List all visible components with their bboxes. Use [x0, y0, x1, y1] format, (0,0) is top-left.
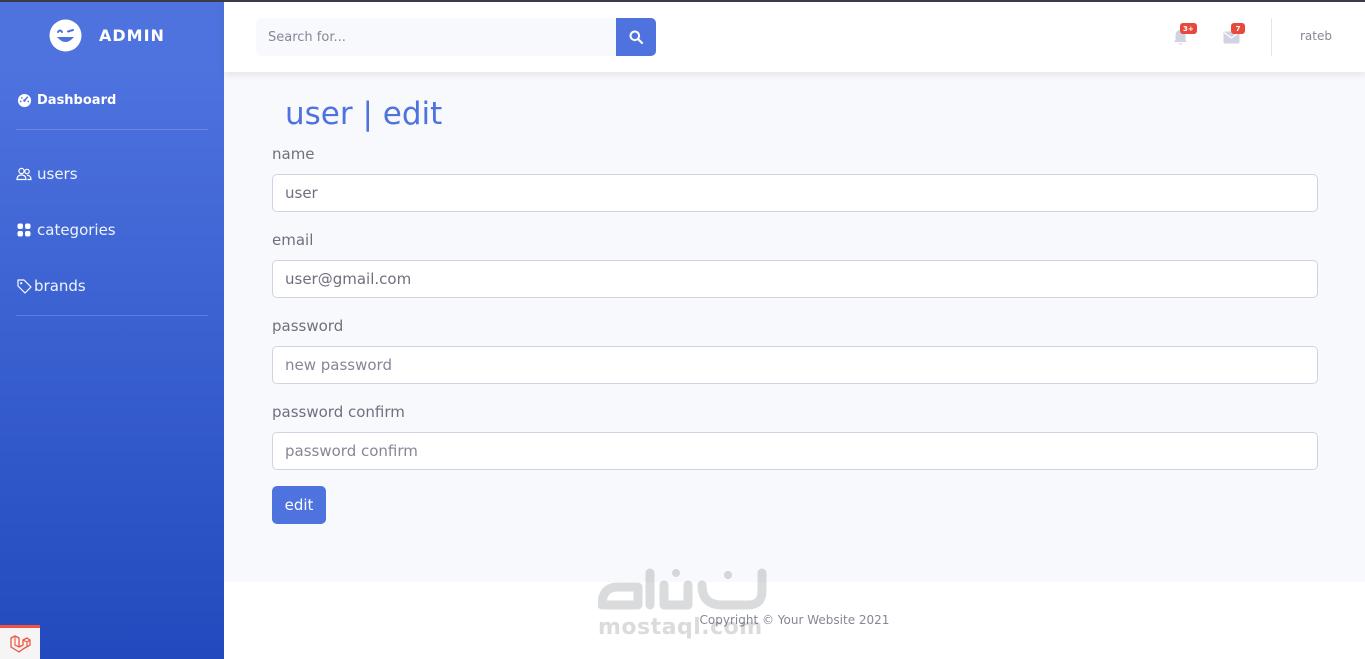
sidebar-item-label: users — [37, 165, 78, 183]
laravel-icon — [10, 634, 31, 653]
brand-title: ADMIN — [99, 26, 165, 45]
user-menu[interactable]: rateb — [1300, 29, 1332, 43]
sidebar-item-brands[interactable]: brands — [16, 277, 86, 295]
debugbar-toggle[interactable] — [0, 625, 40, 659]
alerts-badge: 3+ — [1180, 23, 1197, 34]
password-label: password — [272, 317, 344, 335]
password-confirm-field[interactable] — [272, 432, 1318, 470]
name-label: name — [272, 145, 315, 163]
password-confirm-label: password confirm — [272, 403, 405, 421]
alerts-dropdown[interactable]: 3+ — [1169, 23, 1197, 48]
email-field[interactable] — [272, 260, 1318, 298]
search-button[interactable] — [616, 18, 656, 56]
sidebar-item-label: brands — [34, 277, 86, 295]
footer: Copyright © Your Website 2021 — [224, 582, 1365, 659]
search-input[interactable] — [256, 18, 616, 56]
laugh-wink-icon — [49, 19, 82, 52]
grid-icon — [16, 222, 32, 238]
users-icon — [16, 166, 32, 182]
page-title: user | edit — [285, 96, 443, 132]
tachometer-icon — [16, 92, 32, 108]
sidebar-item-label: categories — [37, 221, 116, 239]
topbar-divider — [1271, 18, 1272, 56]
sidebar: ADMIN Dashboard users categories brands — [0, 0, 224, 659]
password-field[interactable] — [272, 346, 1318, 384]
tag-icon — [16, 278, 32, 294]
name-field[interactable] — [272, 174, 1318, 212]
edit-button[interactable]: edit — [272, 486, 326, 524]
sidebar-item-users[interactable]: users — [16, 165, 78, 183]
sidebar-brand[interactable]: ADMIN — [0, 0, 224, 72]
sidebar-item-label: Dashboard — [37, 92, 117, 108]
sidebar-divider — [16, 129, 208, 130]
sidebar-item-dashboard[interactable]: Dashboard — [16, 92, 116, 108]
sidebar-divider — [16, 315, 208, 316]
topbar: 3+ 7 rateb — [224, 2, 1365, 72]
email-label: email — [272, 231, 314, 249]
messages-dropdown[interactable]: 7 — [1220, 23, 1245, 48]
messages-badge: 7 — [1231, 23, 1245, 34]
sidebar-item-categories[interactable]: categories — [16, 221, 116, 239]
top-border — [0, 0, 1365, 2]
search-icon — [629, 30, 643, 44]
copyright-text: Copyright © Your Website 2021 — [699, 613, 890, 627]
